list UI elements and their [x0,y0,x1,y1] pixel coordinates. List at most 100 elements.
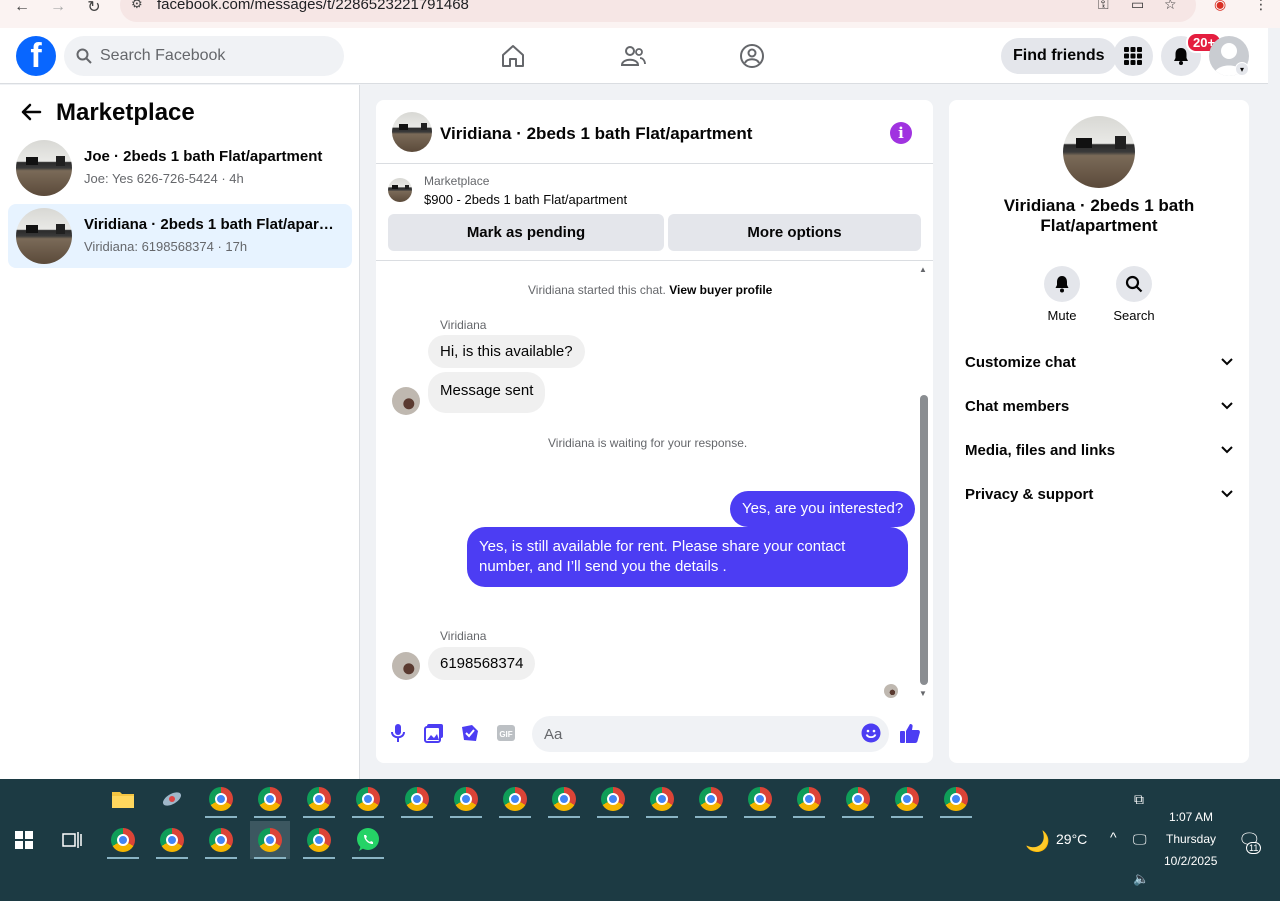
sender-avatar[interactable] [392,652,420,680]
chat-panel: Viridiana · 2beds 1 bath Flat/apartment … [376,100,933,763]
weather-temperature[interactable]: 29°C [1056,831,1087,847]
profile-icon[interactable]: ◉ [1214,0,1226,13]
svg-text:GIF: GIF [499,730,512,739]
conversation-item[interactable]: Joe · 2beds 1 bath Flat/apartment Joe: Y… [8,136,352,200]
chat-members-row[interactable]: Chat members [965,384,1233,428]
clock-day[interactable]: Thursday [1166,832,1216,846]
menu-icon[interactable]: ⋮ [1254,0,1268,13]
chrome-icon[interactable] [495,780,535,818]
site-info-icon[interactable]: ⚙ [131,0,143,12]
listing-thumbnail[interactable] [1063,116,1135,188]
sender-name: Viridiana [440,629,487,643]
bookmark-star-icon[interactable]: ☆ [1164,0,1177,13]
chrome-icon[interactable] [299,780,339,818]
more-options-button[interactable]: More options [668,214,921,251]
chrome-icon[interactable] [446,780,486,818]
volume-icon[interactable]: 🔈 [1133,871,1149,887]
scroll-thumb[interactable] [920,395,928,685]
mark-pending-button[interactable]: Mark as pending [388,214,664,251]
tray-expand-icon[interactable]: ^ [1110,829,1117,845]
outgoing-message[interactable]: Yes, is still available for rent. Please… [467,527,908,587]
back-icon[interactable]: ← [10,0,34,15]
incoming-message[interactable]: Hi, is this available? [428,335,585,368]
chrome-icon[interactable] [936,780,976,818]
media-files-links-row[interactable]: Media, files and links [965,428,1233,472]
waiting-notice: Viridiana is waiting for your response. [548,436,748,450]
chrome-icon[interactable] [642,780,682,818]
outgoing-message[interactable]: Yes, are you interested? [730,491,916,527]
chrome-icon[interactable] [201,821,241,859]
satellite-app-icon[interactable] [152,780,192,818]
task-view-icon[interactable] [52,821,92,859]
chrome-icon[interactable] [397,780,437,818]
chrome-icon[interactable] [789,780,829,818]
back-arrow-icon[interactable] [20,101,42,129]
thumbs-up-icon[interactable] [899,722,921,744]
gif-icon[interactable]: GIF [495,722,517,744]
chrome-icon[interactable] [250,780,290,818]
sticker-icon[interactable] [459,722,481,744]
url-text[interactable]: facebook.com/messages/t/2286523221791468 [157,0,469,13]
chat-scrollbar[interactable]: ▲ ▼ [918,265,928,698]
clock-time[interactable]: 1:07 AM [1169,810,1213,824]
conversation-list-panel: Marketplace Joe · 2beds 1 bath Flat/apar… [0,85,360,779]
listing-thumbnail[interactable] [388,178,412,202]
chat-thumbnail[interactable] [392,112,432,152]
chrome-icon[interactable] [691,780,731,818]
scroll-up-icon[interactable]: ▲ [919,265,927,274]
incoming-message[interactable]: 6198568374 [428,647,536,680]
password-key-icon[interactable]: ⚿ [1098,0,1109,13]
conversation-preview: Joe: Yes 626-726-5424 · 4h [84,171,244,186]
sender-avatar[interactable] [392,387,420,415]
privacy-support-row[interactable]: Privacy & support [965,472,1233,516]
chrome-icon[interactable] [887,780,927,818]
message-input[interactable] [532,716,889,752]
meet-now-icon[interactable]: ⧉ [1134,791,1144,808]
microphone-icon[interactable] [387,722,409,744]
network-icon[interactable]: 🖵 [1133,831,1147,848]
clock-date[interactable]: 10/2/2025 [1164,854,1217,868]
chrome-icon[interactable] [838,780,878,818]
find-friends-button[interactable]: Find friends [1001,38,1117,74]
groups-icon[interactable] [732,36,772,76]
windows-start-icon[interactable] [4,821,44,859]
facebook-logo[interactable]: f [16,36,56,76]
chat-title[interactable]: Viridiana · 2beds 1 bath Flat/apartment [440,124,752,144]
facebook-header: f Find friends 20+ ▾ [0,28,1268,84]
mute-button[interactable]: Mute [1032,266,1092,323]
install-app-icon[interactable]: ▭ [1131,0,1144,13]
file-explorer-icon[interactable] [103,780,143,818]
search-box[interactable] [64,36,344,76]
customize-chat-row[interactable]: Customize chat [965,340,1233,384]
chevron-down-icon[interactable]: ▾ [1235,62,1249,76]
incoming-message[interactable]: Message sent [428,372,546,413]
reload-icon[interactable]: ↻ [82,0,106,16]
search-input[interactable] [100,47,320,65]
chrome-icon[interactable] [299,821,339,859]
chrome-icon[interactable] [544,780,584,818]
conversation-item-active[interactable]: Viridiana · 2beds 1 bath Flat/apartment … [8,204,352,268]
search-conversation-button[interactable]: Search [1104,266,1164,323]
emoji-icon[interactable] [860,722,882,744]
chrome-icon[interactable] [201,780,241,818]
chrome-icon[interactable] [103,821,143,859]
chrome-icon[interactable] [152,821,192,859]
photo-icon[interactable] [423,722,445,744]
view-buyer-profile-link[interactable]: View buyer profile [669,283,772,297]
chrome-icon-active[interactable] [250,821,290,859]
listing-price[interactable]: $900 - 2beds 1 bath Flat/apartment [424,192,627,207]
home-icon[interactable] [493,36,533,76]
chrome-icon[interactable] [740,780,780,818]
chrome-icon[interactable] [593,780,633,818]
chevron-down-icon [1221,402,1233,410]
forward-icon[interactable]: → [46,0,70,15]
whatsapp-icon[interactable] [348,821,388,859]
info-icon[interactable]: i [890,122,912,144]
search-label: Search [1113,308,1155,323]
chrome-icon[interactable] [348,780,388,818]
scroll-down-icon[interactable]: ▼ [919,689,927,698]
page-scrollbar[interactable] [1268,28,1280,779]
menu-grid-icon[interactable] [1113,36,1153,76]
friends-icon[interactable] [613,36,653,76]
weather-moon-icon[interactable]: 🌙 [1025,829,1050,854]
